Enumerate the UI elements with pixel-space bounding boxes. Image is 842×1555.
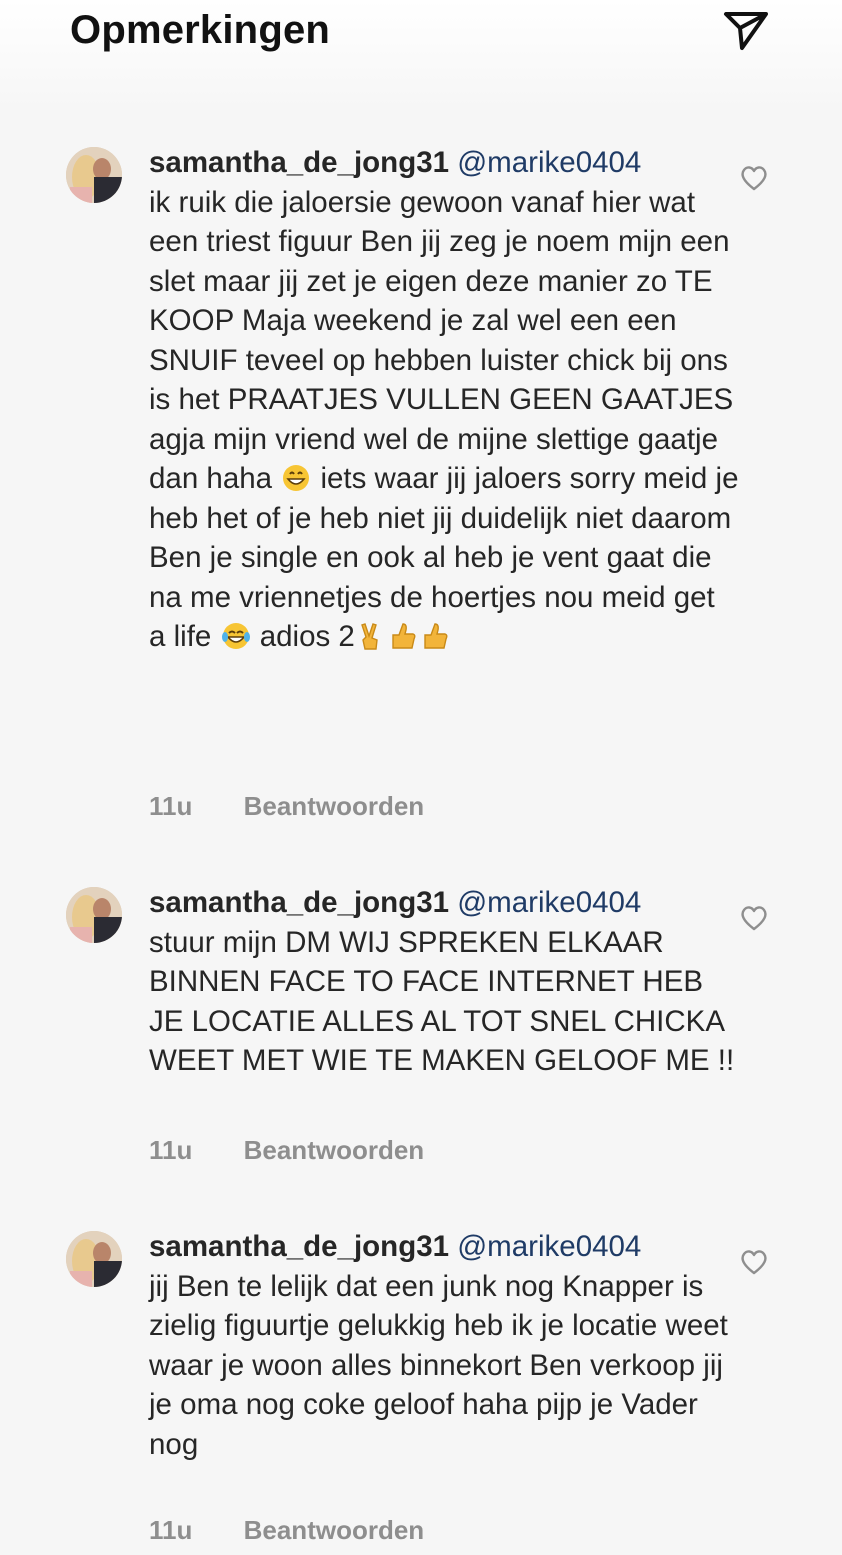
- comment-meta: 11u Beantwoorden: [149, 1135, 424, 1166]
- comment-meta: 11u Beantwoorden: [149, 1515, 424, 1546]
- comment-time: 11u: [149, 791, 193, 821]
- header-bar: Opmerkingen: [0, 0, 842, 110]
- comment-text: samantha_de_jong31 @marike0404 ik ruik d…: [149, 143, 739, 657]
- avatar[interactable]: [66, 1231, 122, 1287]
- comment-item: samantha_de_jong31 @marike0404 stuur mij…: [0, 883, 842, 1183]
- comment-time: 11u: [149, 1135, 193, 1165]
- reply-button[interactable]: Beantwoorden: [244, 791, 425, 821]
- comment-time: 11u: [149, 1515, 193, 1545]
- comment-mention[interactable]: @marike0404: [457, 886, 641, 919]
- comment-item: samantha_de_jong31 @marike0404 jij Ben t…: [0, 1227, 842, 1555]
- heart-icon[interactable]: [738, 903, 770, 933]
- avatar[interactable]: [66, 887, 122, 943]
- heart-icon[interactable]: [738, 163, 770, 193]
- tears-of-joy-emoji: [220, 621, 252, 651]
- avatar[interactable]: [66, 147, 122, 203]
- comment-meta: 11u Beantwoorden: [149, 791, 424, 822]
- page-title: Opmerkingen: [70, 8, 331, 52]
- comment-item: samantha_de_jong31 @marike0404 ik ruik d…: [0, 143, 842, 833]
- comment-body-part3: adios 2: [251, 620, 355, 653]
- thumbs-up-emoji: [387, 621, 419, 651]
- comment-text: samantha_de_jong31 @marike0404 jij Ben t…: [149, 1227, 739, 1464]
- comment-username[interactable]: samantha_de_jong31: [149, 146, 449, 179]
- reply-button[interactable]: Beantwoorden: [244, 1135, 425, 1165]
- comment-username[interactable]: samantha_de_jong31: [149, 886, 449, 919]
- comment-body-part1: ik ruik die jaloersie gewoon vanaf hier …: [149, 185, 734, 496]
- paper-plane-icon[interactable]: [720, 6, 772, 54]
- grinning-face-emoji: [280, 463, 312, 493]
- reply-button[interactable]: Beantwoorden: [244, 1515, 425, 1545]
- comment-text: samantha_de_jong31 @marike0404 stuur mij…: [149, 883, 739, 1081]
- heart-icon[interactable]: [738, 1247, 770, 1277]
- comment-mention[interactable]: @marike0404: [457, 1230, 641, 1263]
- comment-body: stuur mijn DM WIJ SPREKEN ELKAAR BINNEN …: [149, 925, 735, 1078]
- comment-mention[interactable]: @marike0404: [457, 146, 641, 179]
- comment-username[interactable]: samantha_de_jong31: [149, 1230, 449, 1263]
- comment-body: jij Ben te lelijk dat een junk nog Knapp…: [149, 1269, 728, 1461]
- victory-hand-emoji: [355, 621, 387, 651]
- thumbs-up-emoji: [419, 621, 451, 651]
